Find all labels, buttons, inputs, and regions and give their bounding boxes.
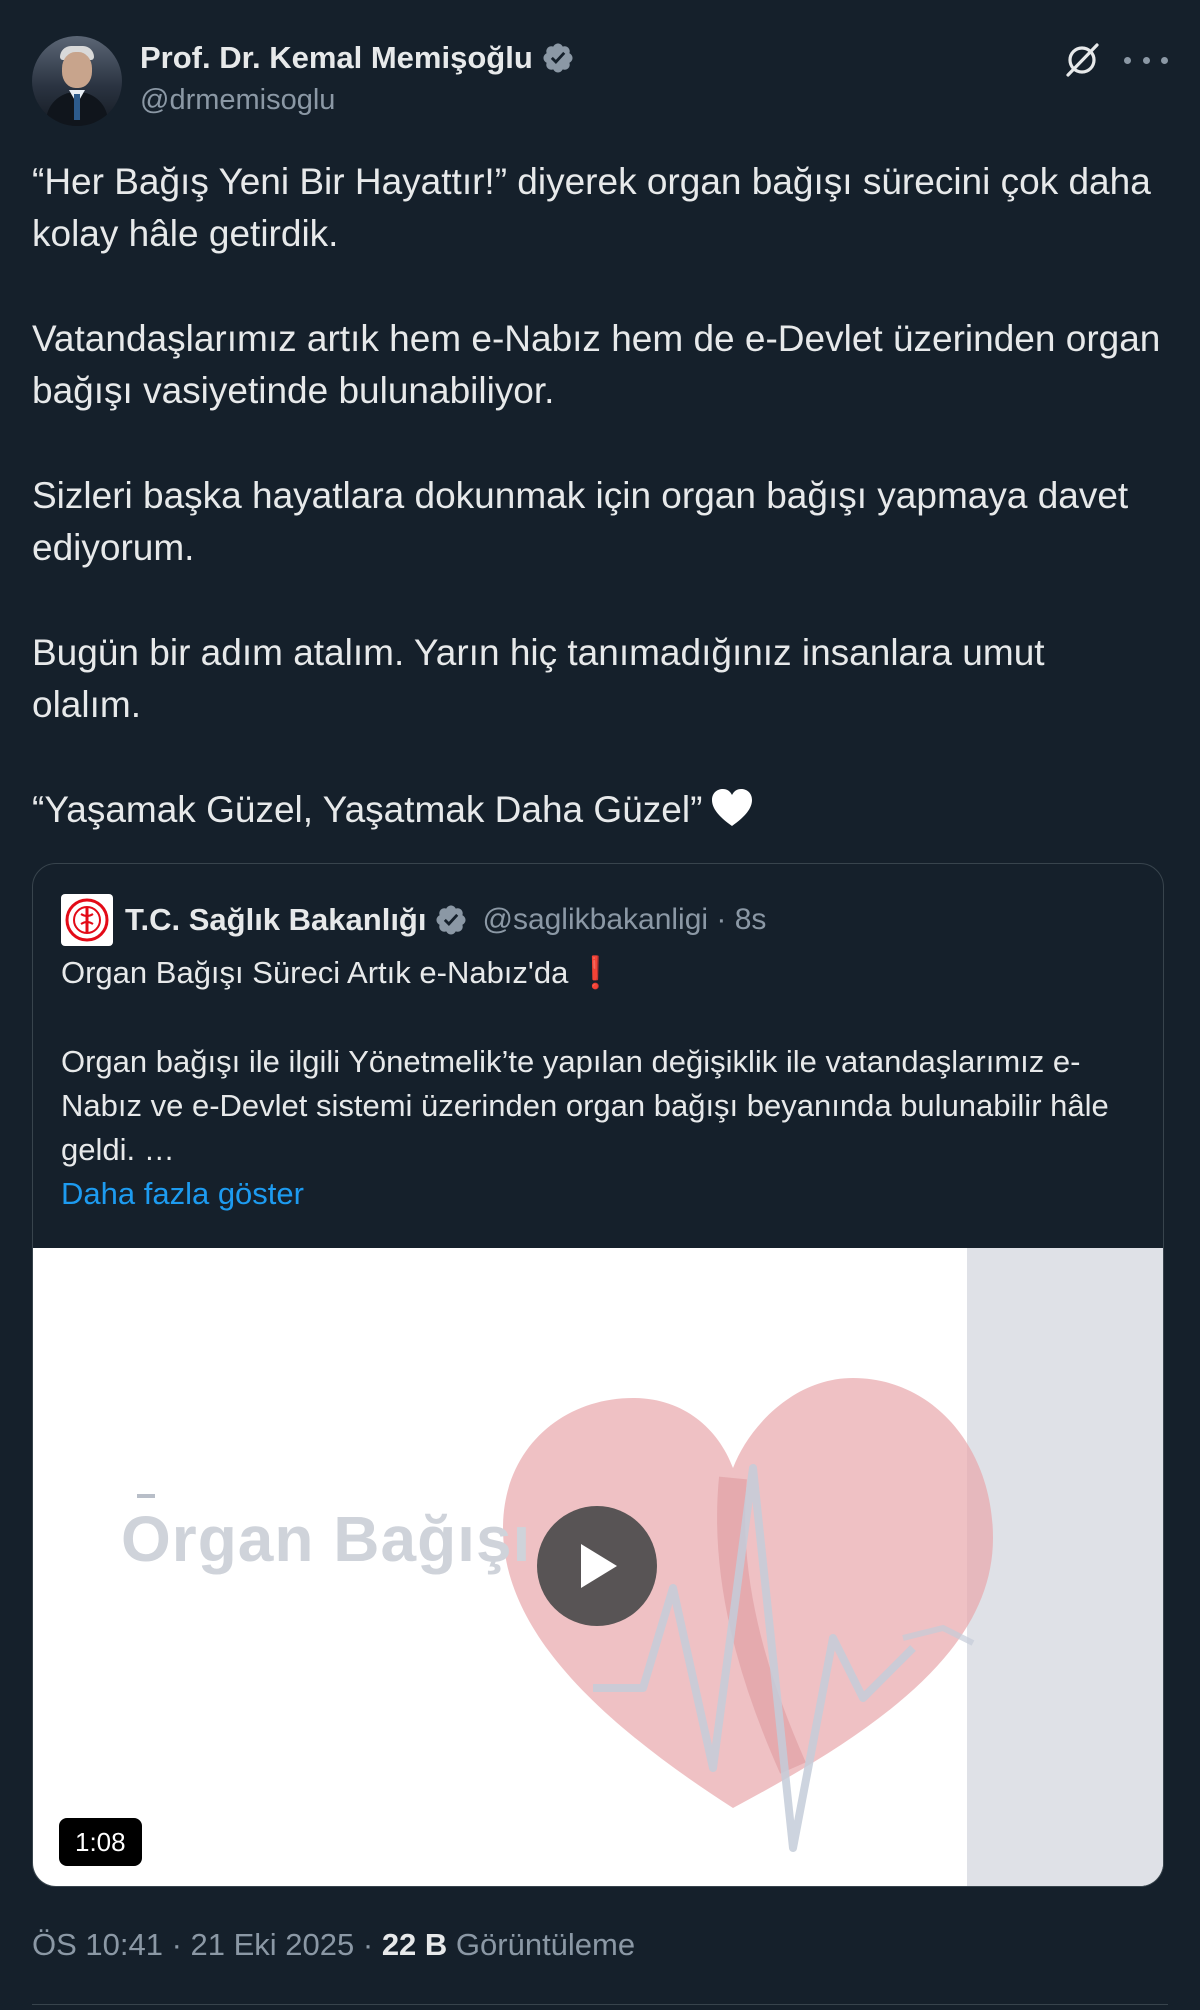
play-icon [581,1544,617,1588]
views-label: Görüntüleme [447,1927,636,1962]
quoted-title-text: Organ Bağışı Süreci Artık e-Nabız'da [61,955,569,990]
tweet-quote-line: “Yaşamak Güzel, Yaşatmak Daha Güzel” [32,789,703,830]
video-duration-badge: 1:08 [59,1818,142,1866]
quoted-display-name[interactable]: T.C. Sağlık Bakanlığı [125,902,426,938]
author-name-row: Prof. Dr. Kemal Memişoğlu [140,40,575,76]
tweet-paragraph: “Her Bağış Yeni Bir Hayattır!” diyerek o… [32,161,1151,254]
tweet-paragraph-quote: “Yaşamak Güzel, Yaşatmak Daha Güzel” [32,784,1162,836]
exclamation-icon: ❗ [576,955,615,990]
ministry-logo-avatar[interactable] [61,894,113,946]
divider [32,2004,1168,2005]
video-overlay-title: Organ Bağışı [121,1503,532,1575]
author-avatar[interactable] [32,36,122,126]
quoted-body: Organ bağışı ile ilgili Yönetmelik’te ya… [61,1044,1109,1167]
author-handle[interactable]: @drmemisoglu [140,84,335,117]
quoted-handle-time: @saglikbakanligi · 8s [482,903,767,936]
quoted-tweet-header: T.C. Sağlık Bakanlığı @saglikbakanligi ·… [61,894,766,946]
show-more-link[interactable]: Daha fazla göster [61,1176,304,1212]
video-player[interactable]: Organ Bağışı 1:08 [33,1248,1163,1886]
video-title-dash [137,1494,155,1498]
quoted-tweet-card[interactable]: T.C. Sağlık Bakanlığı @saglikbakanligi ·… [32,863,1164,1887]
tweet-footer-meta: ÖS 10:41 · 21 Eki 2025 · 22 B Görüntülem… [32,1927,635,1963]
play-button[interactable] [537,1506,657,1626]
tweet-text: “Her Bağış Yeni Bir Hayattır!” diyerek o… [32,156,1162,889]
white-heart-icon [712,789,753,826]
tweet-timestamp[interactable]: ÖS 10:41 · 21 Eki 2025 · [32,1927,382,1962]
tweet-paragraph: Bugün bir adım atalım. Yarın hiç tanımad… [32,632,1045,725]
tweet-paragraph: Sizleri başka hayatlara dokunmak için or… [32,475,1129,568]
views-count: 22 B [381,1927,448,1962]
quoted-title: Organ Bağışı Süreci Artık e-Nabız'da ❗ [61,954,615,991]
verified-badge-icon [436,905,467,935]
tweet-paragraph: Vatandaşlarımız artık hem e-Nabız hem de… [32,318,1161,411]
more-options-icon[interactable] [1124,40,1168,80]
tweet: Prof. Dr. Kemal Memişoğlu @drmemisoglu “… [0,0,1200,2010]
author-display-name[interactable]: Prof. Dr. Kemal Memişoğlu [140,40,533,76]
grok-icon[interactable] [1062,40,1102,80]
verified-badge-icon [543,43,573,73]
